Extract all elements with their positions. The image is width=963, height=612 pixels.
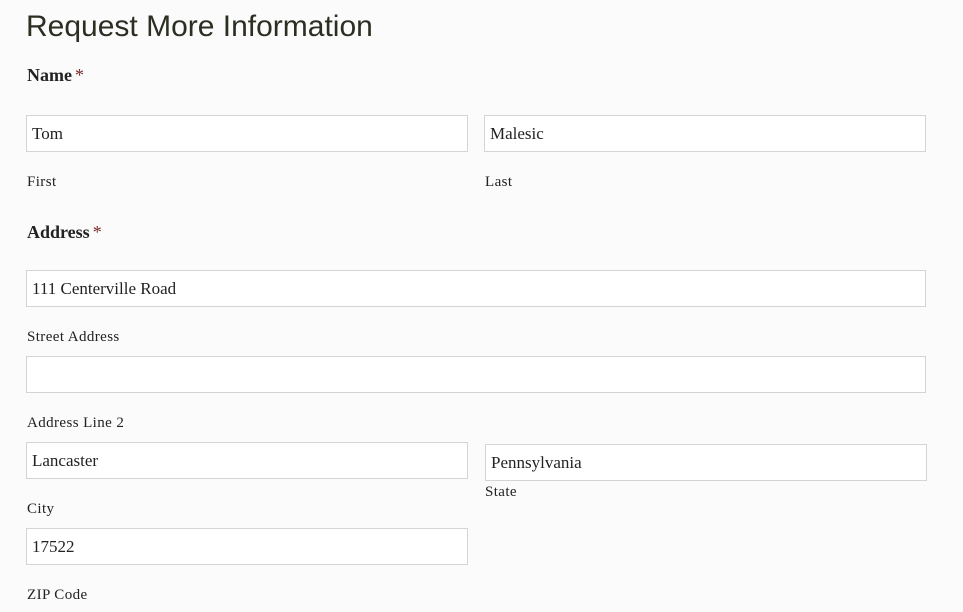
address-section-label: Address * [27,221,102,243]
address-line-2-input[interactable] [26,356,926,393]
name-required-marker: * [74,65,84,85]
name-label-text: Name [27,65,72,85]
first-name-input[interactable] [26,115,468,152]
street-address-input[interactable] [26,270,926,307]
first-name-sublabel: First [27,174,57,190]
address-line-2-sublabel: Address Line 2 [27,415,125,431]
state-sublabel: State [485,484,517,500]
zip-code-sublabel: ZIP Code [27,587,88,603]
name-section-label: Name * [27,64,84,86]
zip-code-input[interactable] [26,528,468,565]
last-name-sublabel: Last [485,174,513,190]
form-title: Request More Information [26,10,373,43]
address-label-text: Address [27,222,90,242]
street-address-sublabel: Street Address [27,329,120,345]
city-input[interactable] [26,442,468,479]
address-required-marker: * [92,222,102,242]
state-input[interactable] [485,444,927,481]
city-sublabel: City [27,501,55,517]
last-name-input[interactable] [484,115,926,152]
